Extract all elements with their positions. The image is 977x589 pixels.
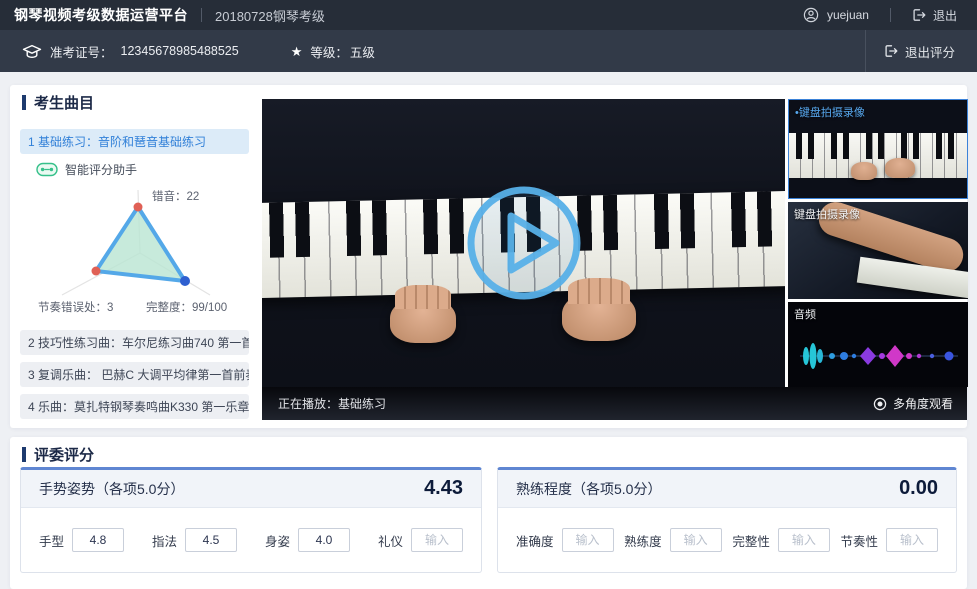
card2-total-score: 0.00 xyxy=(899,477,938,500)
user-icon xyxy=(803,7,819,23)
graduation-cap-icon xyxy=(22,43,42,60)
card1-total-score: 4.43 xyxy=(424,477,463,500)
field-completeness: 完整性 xyxy=(732,528,830,552)
audio-waveform xyxy=(792,330,964,382)
thumb1-label: •键盘拍摄录像 xyxy=(795,104,865,120)
mini-keyboard xyxy=(789,133,967,178)
field-rhythm: 节奏性 xyxy=(840,528,938,552)
scoring-header: 评委评分 xyxy=(22,444,94,465)
scoring-title: 评委评分 xyxy=(34,444,94,465)
field-posture: 身姿 xyxy=(265,528,350,552)
field-fingering: 指法 xyxy=(152,528,237,552)
radar-point-rhythm-errors xyxy=(92,267,101,276)
playlist-item-1[interactable]: 1 基础练习：音阶和琶音基础练习 xyxy=(20,129,249,154)
assistant-label: 智能评分助手 xyxy=(65,161,137,178)
play-button[interactable] xyxy=(463,182,585,304)
level-label: 等级： xyxy=(310,42,348,61)
thumb2-label: 键盘拍摄录像 xyxy=(794,206,860,222)
radar-label-completeness: 完整度：99/100 xyxy=(146,300,227,314)
logout-button[interactable]: 退出 xyxy=(912,7,957,24)
app-title: 钢琴视频考级数据运营平台 xyxy=(14,5,188,25)
audio-label: 音频 xyxy=(794,306,816,322)
accuracy-input[interactable] xyxy=(562,528,614,552)
logout-icon xyxy=(912,8,926,22)
radar-chart: 错音：22 节奏错误处：3 完整度：99/100 xyxy=(26,183,246,318)
divider xyxy=(890,8,891,22)
radar-point-completeness xyxy=(180,276,190,286)
divider xyxy=(201,8,202,22)
playlist-header: 考生曲目 xyxy=(22,92,94,113)
smart-score-assistant[interactable]: 智能评分助手 xyxy=(36,161,137,178)
playlist-item-3[interactable]: 3 复调乐曲： 巴赫C 大调平均律第一首前奏曲 xyxy=(20,362,249,387)
card1-title: 手势姿势（各项5.0分） xyxy=(39,479,184,499)
field-hand-shape: 手型 xyxy=(39,528,124,552)
proficiency-card: 熟练程度（各项5.0分） 0.00 准确度 熟练度 完整性 节奏性 xyxy=(497,467,957,573)
camera-view-keyboard-1[interactable]: •键盘拍摄录像 xyxy=(788,99,968,199)
eye-icon xyxy=(873,397,887,411)
radar-label-rhythm-errors: 节奏错误处：3 xyxy=(38,300,113,314)
radar-point-wrong-notes xyxy=(134,203,143,212)
camera-view-keyboard-2[interactable]: 键盘拍摄录像 xyxy=(788,202,968,299)
main-video-player[interactable] xyxy=(262,99,785,387)
rhythm-input[interactable] xyxy=(886,528,938,552)
radar-label-wrong-notes: 错音：22 xyxy=(152,189,199,203)
level-value: 五级 xyxy=(350,42,375,61)
fingering-input[interactable] xyxy=(185,528,237,552)
playlist-title: 考生曲目 xyxy=(34,92,94,113)
username[interactable]: yuejuan xyxy=(827,8,869,22)
star-icon: ★ xyxy=(291,45,303,58)
logout-icon xyxy=(884,44,898,58)
exit-scoring-label: 退出评分 xyxy=(905,42,955,61)
now-playing-text: 正在播放：基础练习 xyxy=(278,395,386,412)
exit-scoring-button[interactable]: 退出评分 xyxy=(865,30,955,72)
playlist-item-4[interactable]: 4 乐曲：莫扎特钢琴奏鸣曲K330 第一乐章 xyxy=(20,394,249,419)
card2-title: 熟练程度（各项5.0分） xyxy=(516,479,661,499)
hand-shape-input[interactable] xyxy=(72,528,124,552)
session-title: 20180728钢琴考级 xyxy=(215,6,325,25)
mini-hand xyxy=(885,158,915,178)
gesture-posture-card: 手势姿势（各项5.0分） 4.43 手型 指法 身姿 礼仪 xyxy=(20,467,482,573)
ticket-group: 准考证号： 12345678985488525 xyxy=(22,42,239,61)
exam-info-bar: 准考证号： 12345678985488525 ★ 等级： 五级 退出评分 xyxy=(0,30,977,72)
completeness-input[interactable] xyxy=(778,528,830,552)
section-bar xyxy=(22,95,26,110)
mini-hand xyxy=(851,162,877,180)
audio-track-view[interactable]: 音频 xyxy=(788,302,968,387)
section-bar xyxy=(22,447,26,462)
top-navbar: 钢琴视频考级数据运营平台 20180728钢琴考级 yuejuan 退出 xyxy=(0,0,977,30)
multi-angle-button[interactable]: 多角度观看 xyxy=(873,395,953,412)
video-status-bar: 正在播放：基础练习 多角度观看 xyxy=(262,387,967,420)
ticket-number: 12345678985488525 xyxy=(121,44,239,58)
logout-label: 退出 xyxy=(933,7,957,24)
multi-angle-label: 多角度观看 xyxy=(893,395,953,412)
playlist-item-2[interactable]: 2 技巧性练习曲：车尔尼练习曲740 第一首 xyxy=(20,330,249,355)
etiquette-input[interactable] xyxy=(411,528,463,552)
field-etiquette: 礼仪 xyxy=(378,528,463,552)
left-hand xyxy=(390,297,456,343)
field-proficiency: 熟练度 xyxy=(624,528,722,552)
proficiency-input[interactable] xyxy=(670,528,722,552)
level-group: ★ 等级： 五级 xyxy=(291,42,375,61)
field-accuracy: 准确度 xyxy=(516,528,614,552)
assistant-icon xyxy=(36,162,58,177)
posture-input[interactable] xyxy=(298,528,350,552)
ticket-label: 准考证号： xyxy=(50,42,113,61)
